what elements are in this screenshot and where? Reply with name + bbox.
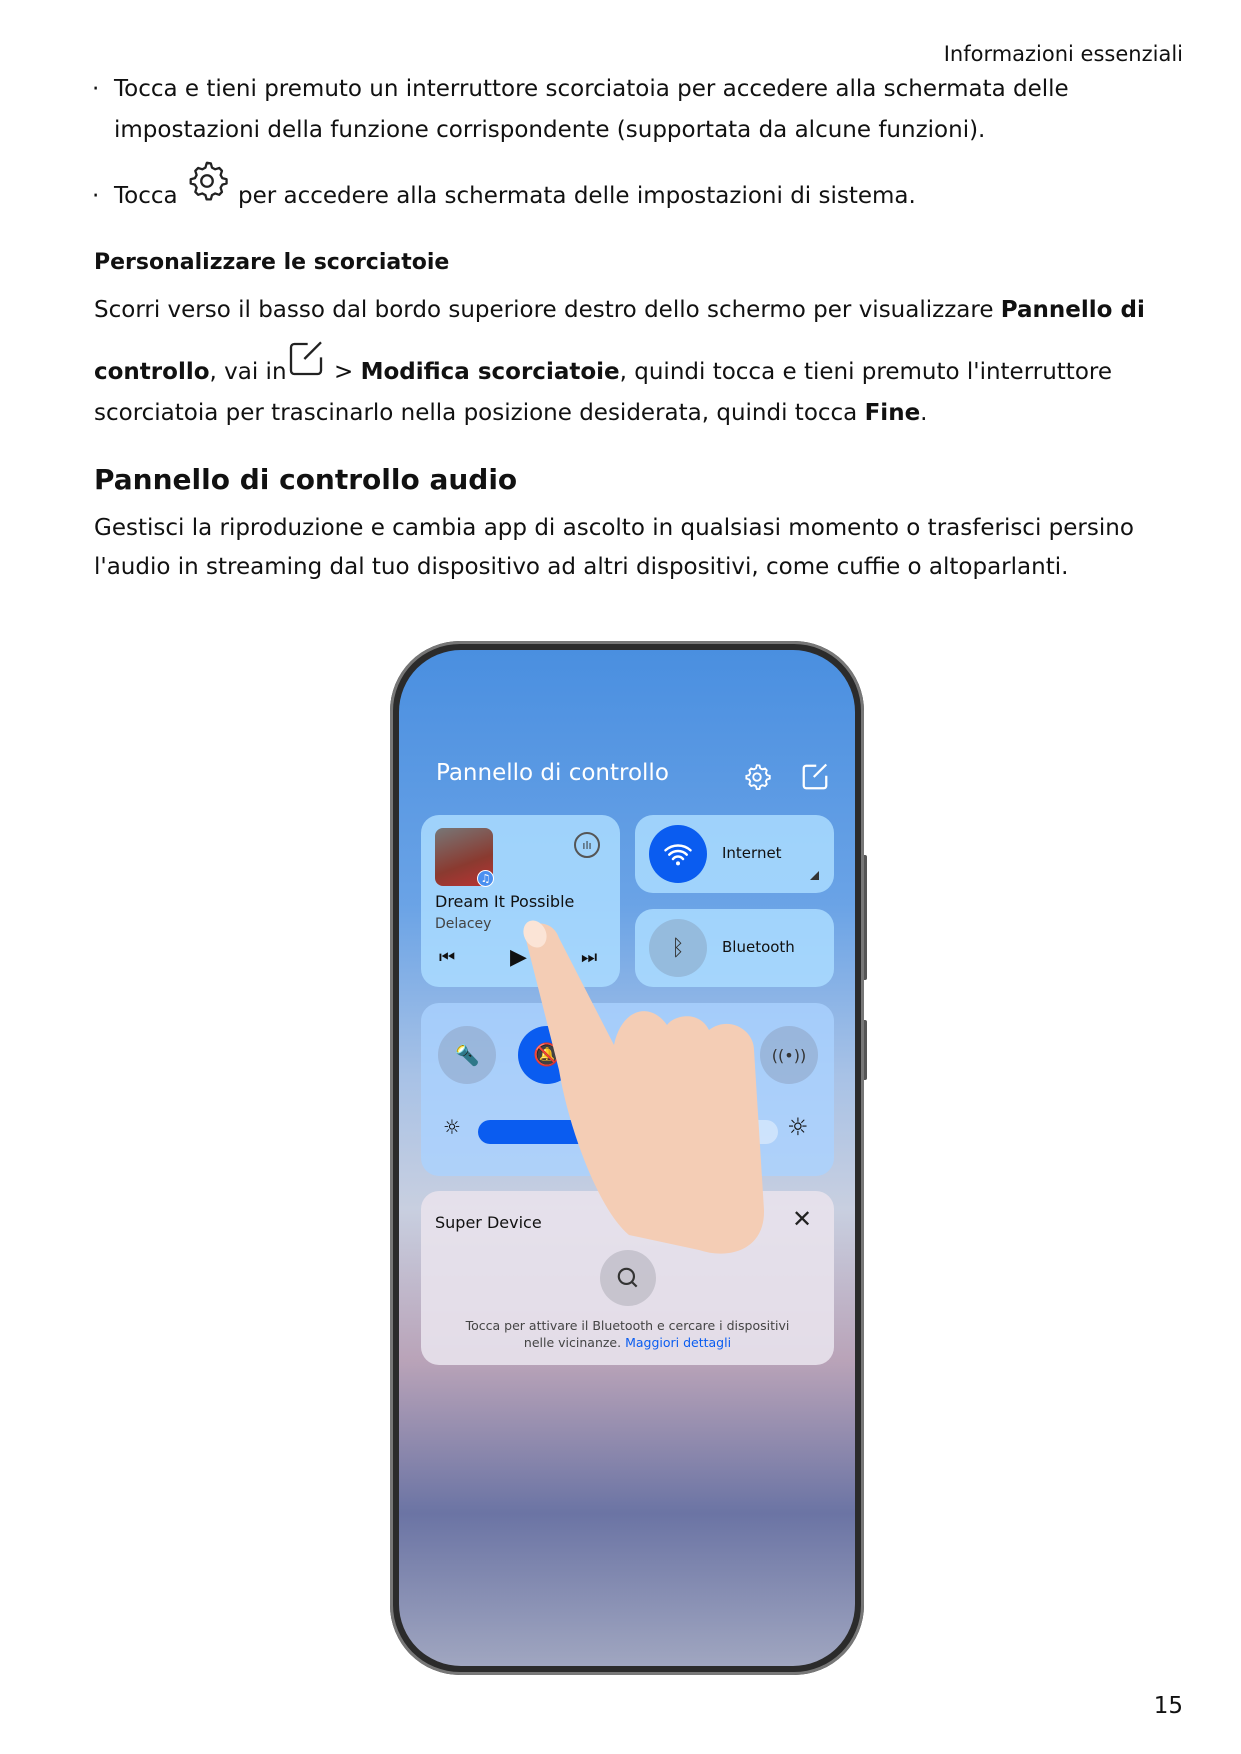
section-heading: Pannello di controllo audio: [94, 463, 518, 496]
page-number: 15: [1153, 1693, 1183, 1719]
running-header: Informazioni essenziali: [943, 42, 1183, 66]
bullet-2-post: per accedere alla schermata delle impost…: [238, 183, 916, 209]
paragraph-line: > Modifica scorciatoie, quindi tocca e t…: [334, 359, 1113, 385]
phone-illustration: Pannello di controllo ♫ ılı Dream It Pos…: [390, 641, 864, 1675]
paragraph-line: controllo, vai in: [94, 359, 287, 385]
bullet-1-line-2: impostazioni della funzione corrisponden…: [114, 117, 986, 143]
paragraph-line: scorciatoia per trascinarlo nella posizi…: [94, 400, 928, 426]
gear-icon: [189, 161, 228, 201]
paragraph-line: Gestisci la riproduzione e cambia app di…: [94, 515, 1134, 541]
bullet-dot: ·: [92, 76, 100, 102]
section-heading: Personalizzare le scorciatoie: [94, 250, 450, 275]
pointing-hand-illustration: [523, 920, 765, 1254]
edit-icon: [289, 341, 323, 376]
phone-screen: Pannello di controllo ♫ ılı Dream It Pos…: [399, 650, 855, 1666]
bullet-dot: ·: [92, 183, 100, 209]
bullet-2-pre: Tocca: [114, 183, 178, 209]
paragraph-line: l'audio in streaming dal tuo dispositivo…: [94, 554, 1069, 580]
bullet-1-line-1: Tocca e tieni premuto un interruttore sc…: [114, 76, 1069, 102]
paragraph-line: Scorri verso il basso dal bordo superior…: [94, 297, 1145, 323]
